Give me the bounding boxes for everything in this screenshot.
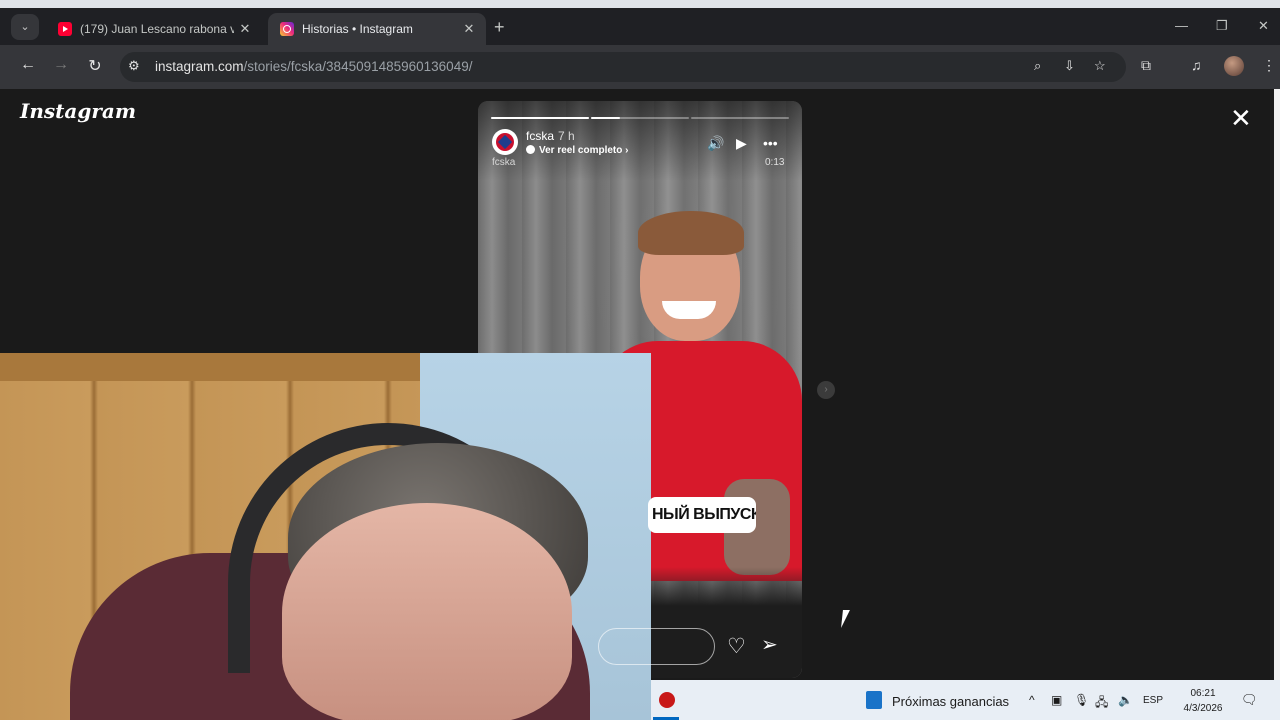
profile-avatar[interactable] bbox=[1224, 56, 1244, 76]
install-icon[interactable]: ⇩ bbox=[1064, 58, 1075, 74]
heart-icon[interactable]: ♡ bbox=[727, 634, 746, 659]
story-username[interactable]: fcska bbox=[526, 129, 554, 143]
taskbar: Próximas ganancias ^ ▣ 🎙 🖧 🔈 ESP 06:21 4… bbox=[651, 680, 1280, 720]
media-icon[interactable]: ♫ bbox=[1191, 57, 1202, 73]
next-story-icon[interactable]: › bbox=[817, 381, 835, 399]
address-bar[interactable]: ⚙ instagram.com/stories/fcska/3845091485… bbox=[120, 52, 1126, 82]
avatar[interactable] bbox=[492, 129, 518, 155]
instagram-icon bbox=[280, 22, 294, 36]
cabinet-top bbox=[0, 353, 420, 381]
site-info-icon[interactable]: ⚙ bbox=[128, 58, 140, 74]
extensions-icon[interactable]: ⧉ bbox=[1141, 57, 1151, 74]
language-indicator[interactable]: ESP bbox=[1143, 695, 1163, 706]
close-icon[interactable]: ✕ bbox=[1230, 105, 1252, 131]
send-icon[interactable]: ➢ bbox=[761, 632, 778, 657]
close-icon[interactable]: ✕ bbox=[458, 21, 480, 37]
progress-fill bbox=[491, 117, 589, 119]
close-window-icon[interactable]: ✕ bbox=[1258, 18, 1269, 34]
instagram-logo[interactable]: Instagram bbox=[20, 99, 136, 123]
url-text[interactable]: instagram.com/stories/fcska/384509148596… bbox=[155, 59, 472, 74]
page-scrollbar[interactable] bbox=[1274, 89, 1280, 680]
camera-icon[interactable]: ▣ bbox=[1051, 693, 1062, 707]
menu-icon[interactable]: ⋮ bbox=[1262, 57, 1276, 74]
toolbar: ← → ↻ ⚙ instagram.com/stories/fcska/3845… bbox=[0, 45, 1280, 89]
tab-instagram[interactable]: Historias • Instagram ✕ bbox=[268, 13, 486, 45]
webcam-person-hands bbox=[282, 503, 572, 720]
reel-link[interactable]: Ver reel completo › bbox=[526, 145, 628, 156]
clock[interactable]: 06:21 4/3/2026 bbox=[1178, 686, 1228, 716]
taskbar-app-icon[interactable] bbox=[659, 692, 675, 708]
reel-icon bbox=[526, 145, 535, 154]
reload-icon[interactable]: ↻ bbox=[84, 56, 106, 76]
reply-input[interactable] bbox=[598, 628, 715, 665]
zoom-icon[interactable]: ⌕ bbox=[1034, 58, 1041, 74]
speaker-icon[interactable]: 🔈 bbox=[1118, 693, 1133, 707]
story-sub-username: fcska bbox=[492, 157, 516, 168]
tab-bar: ⌄ (179) Juan Lescano rabona vs Z ✕ Histo… bbox=[0, 8, 1280, 45]
screen: ⌄ (179) Juan Lescano rabona vs Z ✕ Histo… bbox=[0, 0, 1280, 720]
volume-icon[interactable]: 🔊 bbox=[707, 135, 724, 152]
youtube-icon bbox=[58, 22, 72, 36]
clock-time: 06:21 bbox=[1190, 688, 1216, 699]
microphone-icon[interactable]: 🎙 bbox=[1074, 693, 1089, 707]
story-duration: 0:13 bbox=[765, 157, 785, 168]
story-person-hair bbox=[638, 211, 744, 255]
new-tab-icon[interactable]: + bbox=[494, 17, 505, 38]
network-icon[interactable]: 🖧 bbox=[1095, 693, 1108, 714]
widget-text[interactable]: Próximas ganancias bbox=[892, 694, 1009, 709]
webcam-overlay bbox=[0, 353, 651, 720]
tab-title: Historias • Instagram bbox=[302, 22, 413, 36]
story-caption: НЫЙ ВЫПУСК bbox=[648, 497, 756, 533]
star-icon[interactable]: ☆ bbox=[1094, 58, 1106, 74]
restore-icon[interactable]: ❐ bbox=[1216, 18, 1228, 34]
forward-icon[interactable]: → bbox=[50, 56, 72, 74]
progress-fill bbox=[591, 117, 621, 119]
tab-list-icon[interactable]: ⌄ bbox=[11, 14, 39, 40]
clock-date: 4/3/2026 bbox=[1183, 703, 1223, 714]
top-strip bbox=[0, 0, 1280, 8]
widget-icon[interactable] bbox=[866, 691, 882, 709]
back-icon[interactable]: ← bbox=[17, 56, 39, 74]
more-icon[interactable]: ••• bbox=[763, 135, 778, 151]
notifications-icon[interactable]: 🗨 bbox=[1241, 692, 1258, 708]
progress-segment bbox=[691, 117, 789, 119]
story-time: 7 h bbox=[558, 129, 575, 143]
mouse-cursor-icon bbox=[841, 610, 857, 628]
tab-title: (179) Juan Lescano rabona vs Z bbox=[80, 22, 234, 36]
chevron-up-icon[interactable]: ^ bbox=[1029, 693, 1035, 707]
progress-segment bbox=[591, 117, 689, 119]
tab-youtube[interactable]: (179) Juan Lescano rabona vs Z ✕ bbox=[46, 13, 262, 45]
play-icon[interactable]: ▶ bbox=[736, 135, 747, 152]
minimize-icon[interactable]: — bbox=[1175, 18, 1188, 33]
close-icon[interactable]: ✕ bbox=[234, 21, 256, 37]
progress-segment bbox=[491, 117, 589, 119]
